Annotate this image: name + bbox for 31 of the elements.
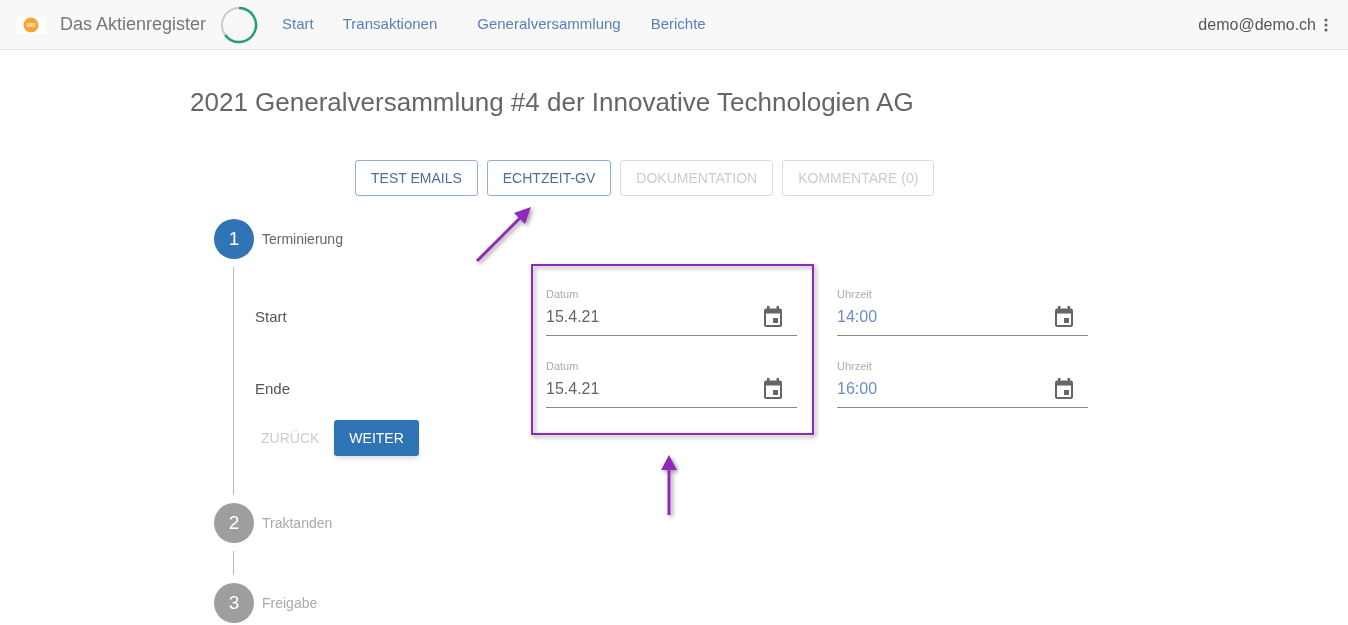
step-label: Freigabe — [262, 593, 318, 613]
step-number: 1 — [214, 219, 254, 259]
more-options-icon[interactable] — [1324, 17, 1328, 32]
next-button[interactable]: WEITER — [334, 420, 419, 456]
calendar-icon[interactable] — [1054, 306, 1074, 328]
step-number: 3 — [214, 583, 254, 623]
user-email[interactable]: demo@demo.ch — [1198, 12, 1316, 37]
calendar-icon[interactable] — [1054, 378, 1074, 400]
step-label: Terminierung — [262, 229, 343, 249]
page-title: 2021 Generalversammlung #4 der Innovative Technologien AG — [190, 86, 915, 118]
row-label: Ende — [255, 379, 292, 399]
logo-icon — [16, 15, 46, 34]
annotation-arrow — [661, 455, 677, 515]
date-time-field[interactable]: Uhrzeit 14:00 — [837, 286, 1088, 336]
nav-link[interactable]: Berichte — [650, 13, 706, 36]
action-button[interactable]: TEST EMAILS — [355, 160, 478, 196]
action-button[interactable]: ECHTZEIT-GV — [486, 160, 612, 196]
date-time-field[interactable]: Datum 15.4.21 — [546, 286, 797, 336]
calendar-icon[interactable] — [763, 306, 783, 328]
row-label: Start — [255, 307, 288, 327]
nav-link[interactable]: Generalversammlung — [477, 13, 621, 36]
loading-spinner-icon — [220, 5, 259, 44]
calendar-icon[interactable] — [763, 378, 783, 400]
annotation-arrow — [475, 207, 531, 263]
nav-link[interactable]: Start — [282, 13, 314, 36]
step-number: 2 — [214, 503, 254, 543]
step-label: Traktanden — [262, 513, 333, 533]
nav-link[interactable]: Transaktionen — [342, 13, 438, 36]
date-time-field[interactable]: Uhrzeit 16:00 — [837, 358, 1088, 408]
date-time-field[interactable]: Datum 15.4.21 — [546, 358, 797, 408]
brand-name[interactable]: Das Aktienregister — [60, 11, 207, 38]
